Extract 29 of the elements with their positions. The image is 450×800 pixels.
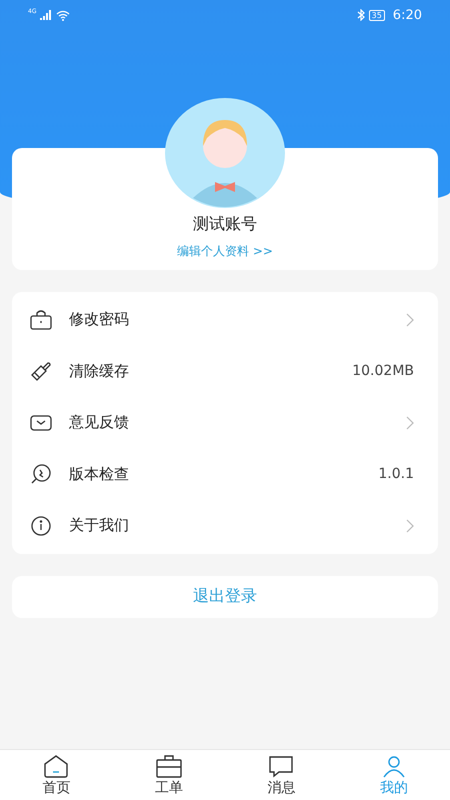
tab[interactable]: 首页 — [0, 750, 112, 800]
battery-icon: 35 — [368, 10, 385, 20]
menu-label: 修改密码 — [69, 310, 130, 330]
menu-value: 10.02MB — [352, 363, 414, 380]
menu-item[interactable]: 关于我们 — [12, 500, 438, 552]
menu-item[interactable]: 意见反馈 — [12, 397, 438, 448]
menu-item[interactable]: 版本检查 1.0.1 — [12, 448, 438, 500]
menu-label: 版本检查 — [69, 464, 130, 484]
house-icon — [42, 753, 70, 779]
menu-label: 意见反馈 — [69, 413, 130, 432]
clock: 6:20 — [392, 8, 422, 22]
wifi-icon — [56, 10, 70, 20]
menu-value: 1.0.1 — [378, 466, 414, 482]
briefcase-icon — [154, 753, 183, 779]
avatar-icon — [165, 98, 285, 208]
menu-label: 清除缓存 — [69, 362, 130, 381]
chevron-right-icon — [406, 518, 414, 533]
lock-icon — [29, 308, 53, 332]
menu-item[interactable]: 修改密码 — [12, 294, 438, 346]
info-icon — [29, 514, 53, 538]
bluetooth-icon — [356, 9, 365, 21]
menu-label: 关于我们 — [69, 516, 130, 536]
menu-item[interactable]: 清除缓存 10.02MB — [12, 346, 438, 397]
chevron-right-icon — [406, 312, 414, 327]
account-name: 测试账号 — [193, 214, 257, 235]
tab[interactable]: 消息 — [225, 750, 338, 800]
tab[interactable]: 工单 — [112, 750, 225, 800]
chevron-right-icon — [406, 416, 414, 430]
signal-icon — [40, 10, 52, 20]
